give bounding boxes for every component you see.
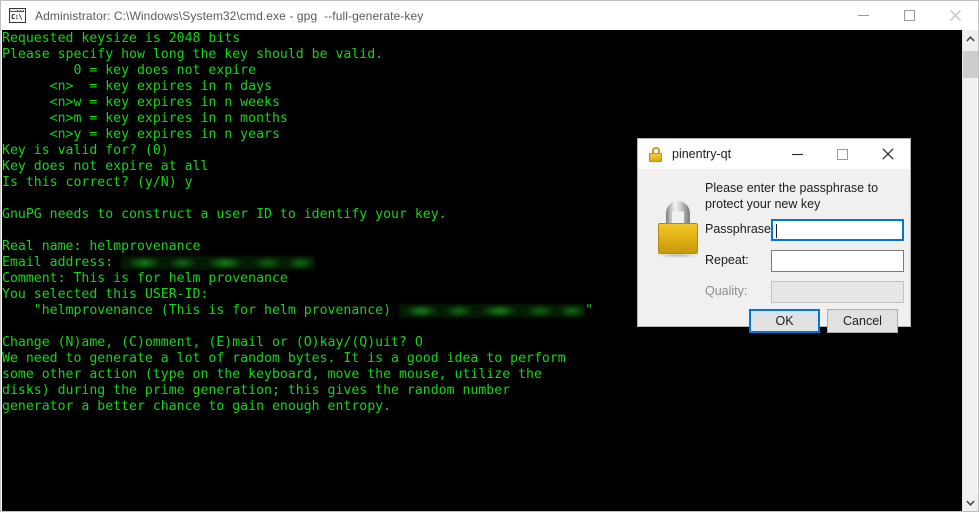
chevron-down-icon: [966, 499, 975, 506]
console-line: Requested keysize is 2048 bits: [2, 31, 593, 47]
minimize-icon: [792, 153, 803, 155]
console-line-text: We need to generate a lot of random byte…: [2, 351, 566, 366]
cmd-window-controls: [840, 1, 978, 30]
close-button[interactable]: [932, 1, 978, 30]
passphrase-input[interactable]: [771, 219, 904, 241]
console-line-text: Requested keysize is 2048 bits: [2, 31, 241, 46]
maximize-button[interactable]: [886, 1, 932, 30]
console-line: <n>w = key expires in n weeks: [2, 95, 593, 111]
console-line: Comment: This is for helm provenance: [2, 271, 593, 287]
close-button[interactable]: [865, 139, 910, 169]
console-line-text: You selected this USER-ID:: [2, 287, 209, 302]
console-line-text: Email address:: [2, 255, 122, 270]
pinentry-dialog: pinentry-qt Please enter the passphrase …: [637, 138, 911, 333]
redacted-email: [121, 256, 315, 270]
console-line: [2, 223, 593, 239]
console-line: disks) during the prime generation; this…: [2, 383, 593, 399]
console-line: We need to generate a lot of random byte…: [2, 351, 593, 367]
console-line-text: disks) during the prime generation; this…: [2, 383, 511, 398]
passphrase-label: Passphrase:: [705, 222, 775, 236]
console-line-text: [2, 223, 10, 238]
console-line: Key is valid for? (0): [2, 143, 593, 159]
maximize-button[interactable]: [820, 139, 865, 169]
close-icon: [949, 10, 961, 21]
cmd-window-title: Administrator: C:\Windows\System32\cmd.e…: [35, 8, 424, 23]
console-line-text: Real name: helmprovenance: [2, 239, 201, 254]
console-scrollbar[interactable]: [962, 30, 978, 511]
console-line: <n>m = key expires in n months: [2, 111, 593, 127]
console-line: Real name: helmprovenance: [2, 239, 593, 255]
padlock-icon: [648, 146, 663, 162]
console-line-text: [2, 191, 10, 206]
console-line-text: <n>y = key expires in n years: [2, 127, 280, 142]
console-line: "helmprovenance (This is for helm proven…: [2, 303, 593, 319]
large-padlock-icon: [656, 201, 700, 258]
pinentry-window-controls: [775, 139, 910, 169]
scroll-up-arrow[interactable]: [963, 30, 978, 47]
cmd-icon: C:\: [9, 8, 26, 23]
console-line-text: Comment: This is for helm provenance: [2, 271, 288, 286]
close-icon: [881, 148, 894, 160]
pinentry-title: pinentry-qt: [672, 147, 732, 161]
minimize-icon: [857, 15, 869, 16]
maximize-icon: [903, 10, 915, 21]
maximize-icon: [837, 148, 848, 160]
console-line: GnuPG needs to construct a user ID to id…: [2, 207, 593, 223]
console-line-text: "helmprovenance (This is for helm proven…: [2, 303, 399, 318]
console-line: <n> = key expires in n days: [2, 79, 593, 95]
console-line-suffix: ": [584, 303, 593, 318]
redacted-email: [398, 304, 585, 318]
quality-label: Quality:: [705, 284, 748, 298]
console-line-text: Is this correct? (y/N) y: [2, 175, 193, 190]
screen: C:\ Administrator: C:\Windows\System32\c…: [0, 0, 979, 512]
text-caret: [776, 224, 777, 238]
console-line: 0 = key does not expire: [2, 63, 593, 79]
ok-button[interactable]: OK: [749, 309, 820, 333]
minimize-button[interactable]: [840, 1, 886, 30]
scroll-down-arrow[interactable]: [963, 494, 978, 511]
cmd-icon-prompt-glyph: C:\: [11, 13, 23, 21]
console-line-text: <n>w = key expires in n weeks: [2, 95, 280, 110]
console-line: <n>y = key expires in n years: [2, 127, 593, 143]
console-line-text: Key does not expire at all: [2, 159, 209, 174]
passphrase-prompt-text: Please enter the passphrase to protect y…: [705, 181, 879, 211]
console-line-text: Change (N)ame, (C)omment, (E)mail or (O)…: [2, 335, 423, 350]
console-line: Is this correct? (y/N) y: [2, 175, 593, 191]
repeat-input[interactable]: [771, 250, 904, 272]
scroll-thumb[interactable]: [963, 51, 978, 78]
cmd-titlebar[interactable]: C:\ Administrator: C:\Windows\System32\c…: [1, 1, 978, 30]
console-line-text: some other action (type on the keyboard,…: [2, 367, 542, 382]
console-line-text: <n> = key expires in n days: [2, 79, 272, 94]
cancel-button[interactable]: Cancel: [827, 309, 898, 333]
repeat-label: Repeat:: [705, 253, 749, 267]
console-line: [2, 191, 593, 207]
console-line-text: generator a better chance to gain enough…: [2, 399, 392, 414]
console-line: You selected this USER-ID:: [2, 287, 593, 303]
pinentry-titlebar[interactable]: pinentry-qt: [638, 139, 910, 169]
console-line-text: GnuPG needs to construct a user ID to id…: [2, 207, 447, 222]
console-line: Key does not expire at all: [2, 159, 593, 175]
console-line-text: <n>m = key expires in n months: [2, 111, 288, 126]
console-line: [2, 319, 593, 335]
console-line-text: Please specify how long the key should b…: [2, 47, 384, 62]
console-line: Please specify how long the key should b…: [2, 47, 593, 63]
minimize-button[interactable]: [775, 139, 820, 169]
console-line: Change (N)ame, (C)omment, (E)mail or (O)…: [2, 335, 593, 351]
console-line: generator a better chance to gain enough…: [2, 399, 593, 415]
console-line-text: [2, 319, 10, 334]
console-line-text: Key is valid for? (0): [2, 143, 169, 158]
console-text: Requested keysize is 2048 bits Please spe…: [2, 31, 593, 415]
console-line-text: 0 = key does not expire: [2, 63, 257, 78]
quality-meter: [771, 281, 904, 303]
console-line: Email address:: [2, 255, 593, 271]
chevron-up-icon: [966, 35, 975, 42]
console-line: some other action (type on the keyboard,…: [2, 367, 593, 383]
pinentry-body: Please enter the passphrase to protect y…: [638, 169, 910, 333]
